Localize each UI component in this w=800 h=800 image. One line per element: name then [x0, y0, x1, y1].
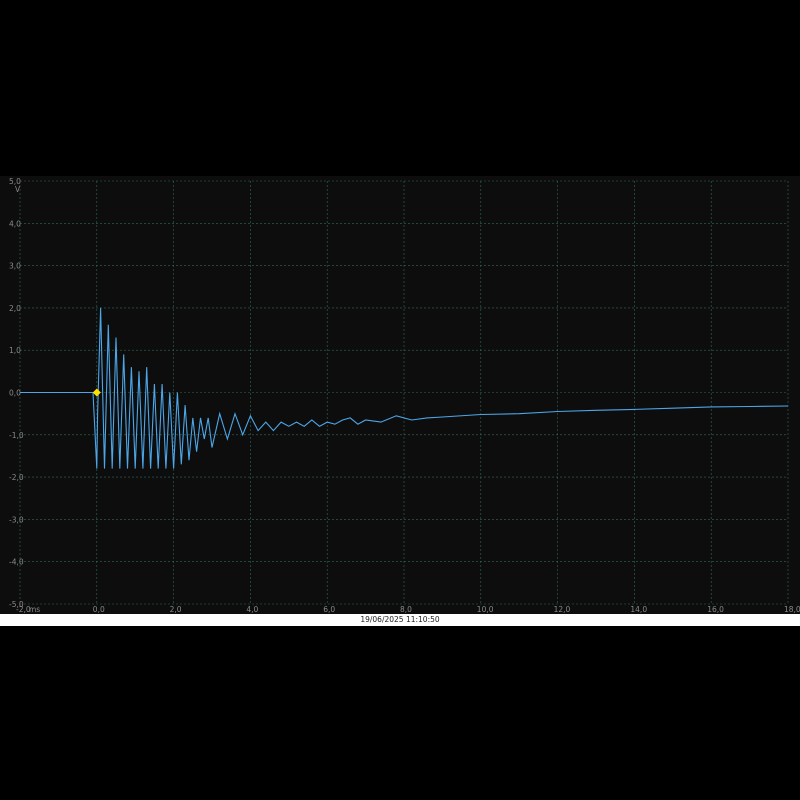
y-tick-label: -1,0 [9, 431, 24, 440]
x-tick-label: 10,0 [477, 605, 494, 614]
waveform-trace [20, 307, 789, 469]
x-tick-label: 6,0 [323, 605, 335, 614]
timestamp-bar: 19/06/2025 11:10:50 [0, 614, 800, 626]
x-tick-label: 0,0 [93, 605, 105, 614]
capture-timestamp: 19/06/2025 11:10:50 [360, 615, 440, 624]
y-tick-label: -4,0 [9, 558, 24, 567]
y-tick-label: -3,0 [9, 515, 24, 524]
y-tick-label: 2,0 [9, 304, 21, 313]
y-tick-label: 1,0 [9, 346, 21, 355]
oscilloscope-plot: 5,0 4,0 3,0 2,0 1,0 0,0 -1,0 -2,0 -3,0 -4,0 -5,0 -… [0, 176, 800, 626]
grid [19, 180, 789, 605]
y-tick-label: -2,0 [9, 473, 24, 482]
x-tick-label: 16,0 [707, 605, 724, 614]
x-tick-label: 12,0 [554, 605, 571, 614]
x-axis: -2,0 0,0 2,0 4,0 6,0 8,0 10,0 12,0 14,0 16,0 18,0 [16, 605, 800, 614]
y-tick-label: 4,0 [9, 219, 21, 228]
x-unit-label: ms [29, 605, 40, 614]
y-unit-label: V [15, 185, 21, 194]
y-tick-label: 3,0 [9, 262, 21, 271]
x-tick-label: 18,0 [784, 605, 800, 614]
x-tick-label: 4,0 [246, 605, 258, 614]
trigger-marker[interactable] [92, 388, 101, 397]
x-tick-label: 8,0 [400, 605, 412, 614]
x-tick-label: 2,0 [170, 605, 182, 614]
x-tick-label: 14,0 [630, 605, 647, 614]
plot-svg: 5,04,03,02,01,00,0-1,0-2,0-3,0-4,0-5,0 -… [9, 177, 800, 614]
y-tick-label: 0,0 [9, 389, 21, 398]
